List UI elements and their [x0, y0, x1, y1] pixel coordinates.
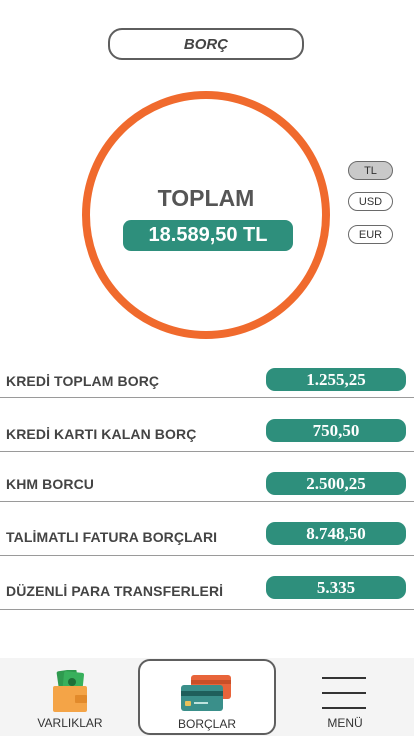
- debt-row-talimatli-fatura[interactable]: TALİMATLI FATURA BORÇLARI 8.748,50: [0, 502, 414, 556]
- total-amount: 18.589,50 TL: [148, 224, 268, 246]
- debt-row-value: 5.335: [266, 576, 406, 599]
- hamburger-menu-icon: [322, 677, 366, 709]
- debt-row-value: 2.500,25: [266, 472, 406, 495]
- page-title-text: BORÇ: [183, 35, 229, 53]
- wallet-icon: [53, 670, 87, 712]
- total-title: TOPLAM: [157, 185, 255, 211]
- debt-row-value: 8.748,50: [266, 522, 406, 545]
- total-debt-ring: TOPLAM 18.589,50 TL: [82, 91, 330, 339]
- nav-item-menu[interactable]: MENÜ: [300, 658, 390, 736]
- debt-row-kredi-toplam[interactable]: KREDİ TOPLAM BORÇ 1.255,25: [0, 364, 414, 398]
- currency-eur-button[interactable]: EUR: [348, 225, 393, 244]
- debt-row-label: KREDİ KARTI KALAN BORÇ: [6, 426, 197, 442]
- currency-tl-button[interactable]: TL: [348, 161, 393, 180]
- currency-eur-label: EUR: [358, 228, 383, 241]
- currency-usd-button[interactable]: USD: [348, 192, 393, 211]
- nav-item-borclar[interactable]: BORÇLAR: [138, 659, 276, 735]
- nav-label: VARLIKLAR: [37, 716, 103, 730]
- debt-row-label: DÜZENLİ PARA TRANSFERLERİ: [6, 583, 224, 599]
- debt-row-value: 750,50: [266, 419, 406, 442]
- debt-row-duzenli-transfer[interactable]: DÜZENLİ PARA TRANSFERLERİ 5.335: [0, 556, 414, 610]
- currency-usd-label: USD: [358, 195, 383, 208]
- bottom-nav: VARLIKLAR BORÇLAR MENÜ: [0, 658, 414, 736]
- debt-screen: BORÇ TOPLAM 18.589,50 TL TL USD EUR KRED…: [0, 0, 414, 736]
- debt-row-kredi-karti[interactable]: KREDİ KARTI KALAN BORÇ 750,50: [0, 398, 414, 452]
- debt-row-value: 1.255,25: [266, 368, 406, 391]
- credit-card-icon: [181, 675, 231, 711]
- nav-label: BORÇLAR: [177, 717, 236, 731]
- debt-row-label: KHM BORCU: [6, 476, 95, 492]
- currency-tl-label: TL: [364, 164, 377, 177]
- page-title: BORÇ: [108, 28, 304, 60]
- debt-row-label: TALİMATLI FATURA BORÇLARI: [6, 529, 218, 545]
- nav-label: MENÜ: [327, 716, 363, 730]
- total-amount-badge: 18.589,50 TL: [123, 220, 293, 251]
- debt-row-khm[interactable]: KHM BORCU 2.500,25: [0, 452, 414, 502]
- debt-row-label: KREDİ TOPLAM BORÇ: [6, 373, 160, 389]
- nav-item-varliklar[interactable]: VARLIKLAR: [20, 658, 120, 736]
